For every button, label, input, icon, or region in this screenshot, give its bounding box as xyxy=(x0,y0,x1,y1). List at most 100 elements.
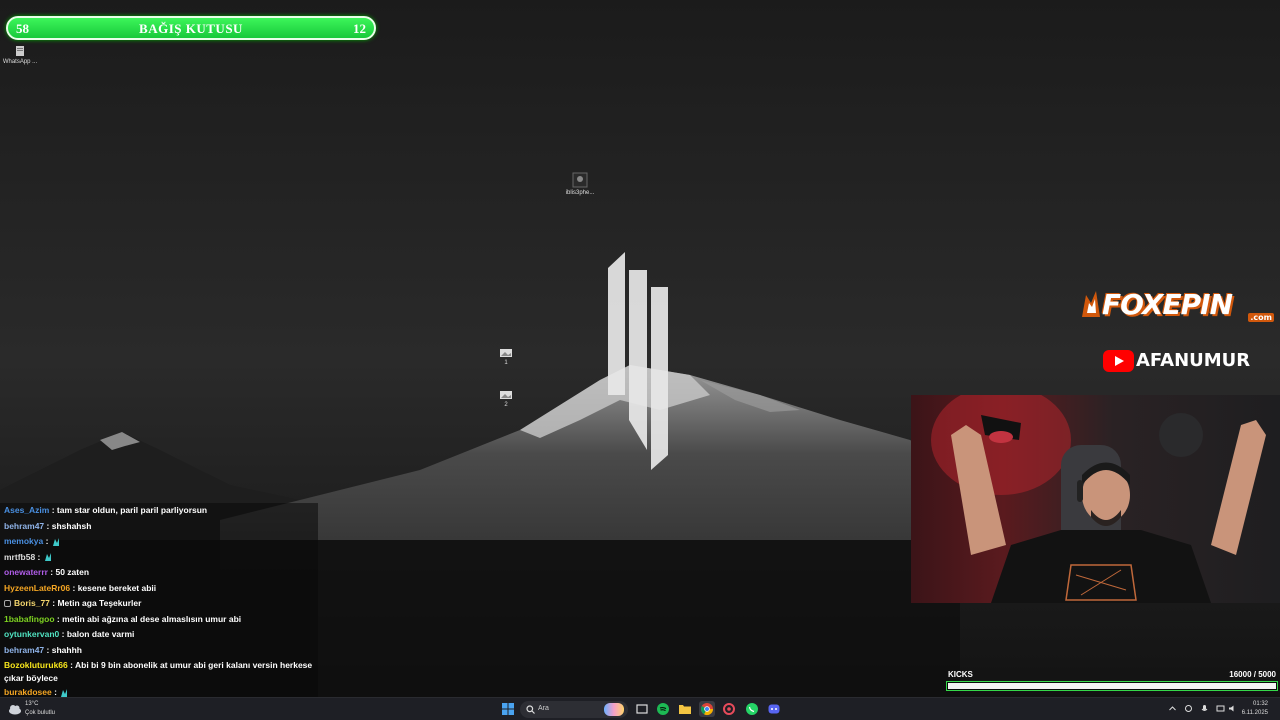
chat-text: : tam star oldun, paril paril parliyorsu… xyxy=(49,505,208,515)
chat-message: mrtfb58 : xyxy=(0,550,318,566)
kicks-label: KICKS xyxy=(948,670,973,679)
chat-message: Ases_Azim : tam star oldun, paril paril … xyxy=(0,503,318,519)
chat-text: : 50 zaten xyxy=(47,567,90,577)
chat-username[interactable]: Bozokluturuk66 xyxy=(4,660,68,670)
chat-message: behram47 : shshahsh xyxy=(0,519,318,535)
chat-text: : metin abi ağzına al dese almaslısın um… xyxy=(54,613,242,624)
sync-icon[interactable] xyxy=(1184,704,1193,713)
taskbar-whatsapp[interactable] xyxy=(744,701,760,717)
chat-username[interactable]: behram47 xyxy=(4,645,44,655)
clock[interactable]: 01:32 6.11.2025 xyxy=(1242,700,1268,718)
chat-message: behram47 : shahhh xyxy=(0,643,318,659)
youtube-channel-name: AFANUMUR xyxy=(1136,350,1251,371)
donation-goal-bar: 58 BAĞIŞ KUTUSU 12 xyxy=(6,16,376,40)
chat-username[interactable]: burakdosee xyxy=(4,687,52,697)
chat-message: Boris_77 : Metin aga Teşekurler xyxy=(0,596,318,612)
volume-icon[interactable] xyxy=(1228,704,1237,713)
desktop-screen: WhatsApp ... iblis3phe... 1 2 58 BAĞIŞ K… xyxy=(0,0,1280,720)
search-icon xyxy=(526,705,535,714)
spotify-icon xyxy=(657,703,669,715)
desktop-icon-iblis[interactable]: iblis3phe... xyxy=(560,172,600,196)
search-placeholder: Ara xyxy=(538,705,549,712)
chat-username[interactable]: Ases_Azim xyxy=(4,505,49,515)
image-file-icon xyxy=(500,349,512,357)
microphone-icon[interactable] xyxy=(1200,704,1209,713)
clock-date: 6.11.2025 xyxy=(1241,710,1268,716)
taskbar-search[interactable]: Ara xyxy=(520,701,628,718)
desktop-icon-whatsapp[interactable]: WhatsApp ... xyxy=(0,45,40,65)
taskbar-file-explorer[interactable] xyxy=(677,701,693,717)
clock-time: 01:32 xyxy=(1252,701,1268,707)
chat-text: : balon date varmi xyxy=(59,629,135,639)
folder-icon xyxy=(679,705,691,714)
weather-widget[interactable]: 13°C Çok bulutlu xyxy=(8,700,88,720)
chat-text: : xyxy=(35,551,43,562)
file-icon xyxy=(16,46,24,56)
youtube-icon xyxy=(1103,350,1134,372)
desktop-icon-label: 2 xyxy=(504,402,508,408)
chat-overlay: Ases_Azim : tam star oldun, paril paril … xyxy=(0,503,318,697)
taskbar-discord[interactable] xyxy=(766,701,782,717)
chat-username[interactable]: mrtfb58 xyxy=(4,552,35,562)
chat-message: 1babafingoo : metin abi ağzına al dese a… xyxy=(0,612,318,628)
taskbar-spotify[interactable] xyxy=(655,701,671,717)
kicks-progress-bar xyxy=(946,681,1278,691)
chat-username[interactable]: behram47 xyxy=(4,521,44,531)
chat-username[interactable]: memokya xyxy=(4,536,43,546)
sponsor-suffix: .com xyxy=(1248,313,1274,322)
sponsor-name: FOXEPIN xyxy=(1102,288,1233,321)
desktop-icon-2[interactable]: 2 xyxy=(486,390,526,408)
task-view-icon xyxy=(636,704,648,714)
emote-icon xyxy=(52,537,59,546)
kicks-count: 16000 / 5000 xyxy=(1229,670,1276,679)
image-file-icon xyxy=(500,391,512,399)
chat-message: HyzeenLateRr06 : kesene bereket abii xyxy=(0,581,318,597)
chat-message: memokya : xyxy=(0,534,318,550)
badge-icon xyxy=(4,600,11,608)
chat-text: : shshahsh xyxy=(44,520,92,531)
emote-icon xyxy=(44,553,51,562)
search-highlight-icon xyxy=(604,703,624,716)
gear-icon xyxy=(723,703,735,715)
chat-username[interactable]: oytunkervan0 xyxy=(4,629,59,639)
desktop-icon-label: WhatsApp ... xyxy=(2,59,38,65)
chat-message: oytunkervan0 : balon date varmi xyxy=(0,627,318,643)
network-icon[interactable] xyxy=(1216,704,1225,713)
chat-username[interactable]: Boris_77 xyxy=(14,598,50,608)
weather-temp: 13°C xyxy=(25,701,39,707)
taskbar: 13°C Çok bulutlu Ara 01:32 6.11.2025 xyxy=(0,697,1280,720)
task-view-button[interactable] xyxy=(634,701,650,717)
taskbar-app-settings[interactable] xyxy=(721,701,737,717)
cloud-icon xyxy=(9,705,21,715)
chevron-up-icon[interactable] xyxy=(1168,704,1177,713)
chat-username[interactable]: HyzeenLateRr06 xyxy=(4,583,70,593)
start-button[interactable] xyxy=(500,701,516,717)
weather-condition: Çok bulutlu xyxy=(25,710,56,716)
sponsor-logo: FOXEPIN .com xyxy=(1080,287,1276,323)
fox-icon xyxy=(1082,291,1100,317)
donation-right-value: 12 xyxy=(353,21,366,36)
windows-icon xyxy=(502,703,514,715)
emote-icon xyxy=(61,688,68,697)
chat-message: onewaterrr : 50 zaten xyxy=(0,565,318,581)
kicks-progress-fill xyxy=(948,683,1276,689)
taskbar-chrome[interactable] xyxy=(699,701,715,717)
chat-text: : xyxy=(43,536,51,546)
kicks-goal-value: / 5000 xyxy=(1253,670,1276,679)
chat-username[interactable]: onewaterrr xyxy=(4,567,48,577)
chat-message: Bozokluturuk66 : Abi bi 9 bin abonelik a… xyxy=(0,658,318,685)
whatsapp-icon xyxy=(746,703,758,715)
chat-text: : Metin aga Teşekurler xyxy=(49,598,142,608)
desktop-icon-label: iblis3phe... xyxy=(565,190,595,196)
chat-text: : xyxy=(51,687,60,697)
chat-text: : shahhh xyxy=(44,644,82,655)
chat-text: : kesene bereket abii xyxy=(70,582,157,593)
desktop-icon-label: 1 xyxy=(504,360,508,366)
webcam-feed xyxy=(911,395,1280,603)
donation-title: BAĞIŞ KUTUSU xyxy=(139,21,243,36)
chat-username[interactable]: 1babafingoo xyxy=(4,614,55,624)
chat-message: burakdosee : xyxy=(0,685,318,697)
image-file-icon xyxy=(572,172,588,188)
desktop-icon-1[interactable]: 1 xyxy=(486,348,526,366)
discord-icon xyxy=(768,704,780,714)
